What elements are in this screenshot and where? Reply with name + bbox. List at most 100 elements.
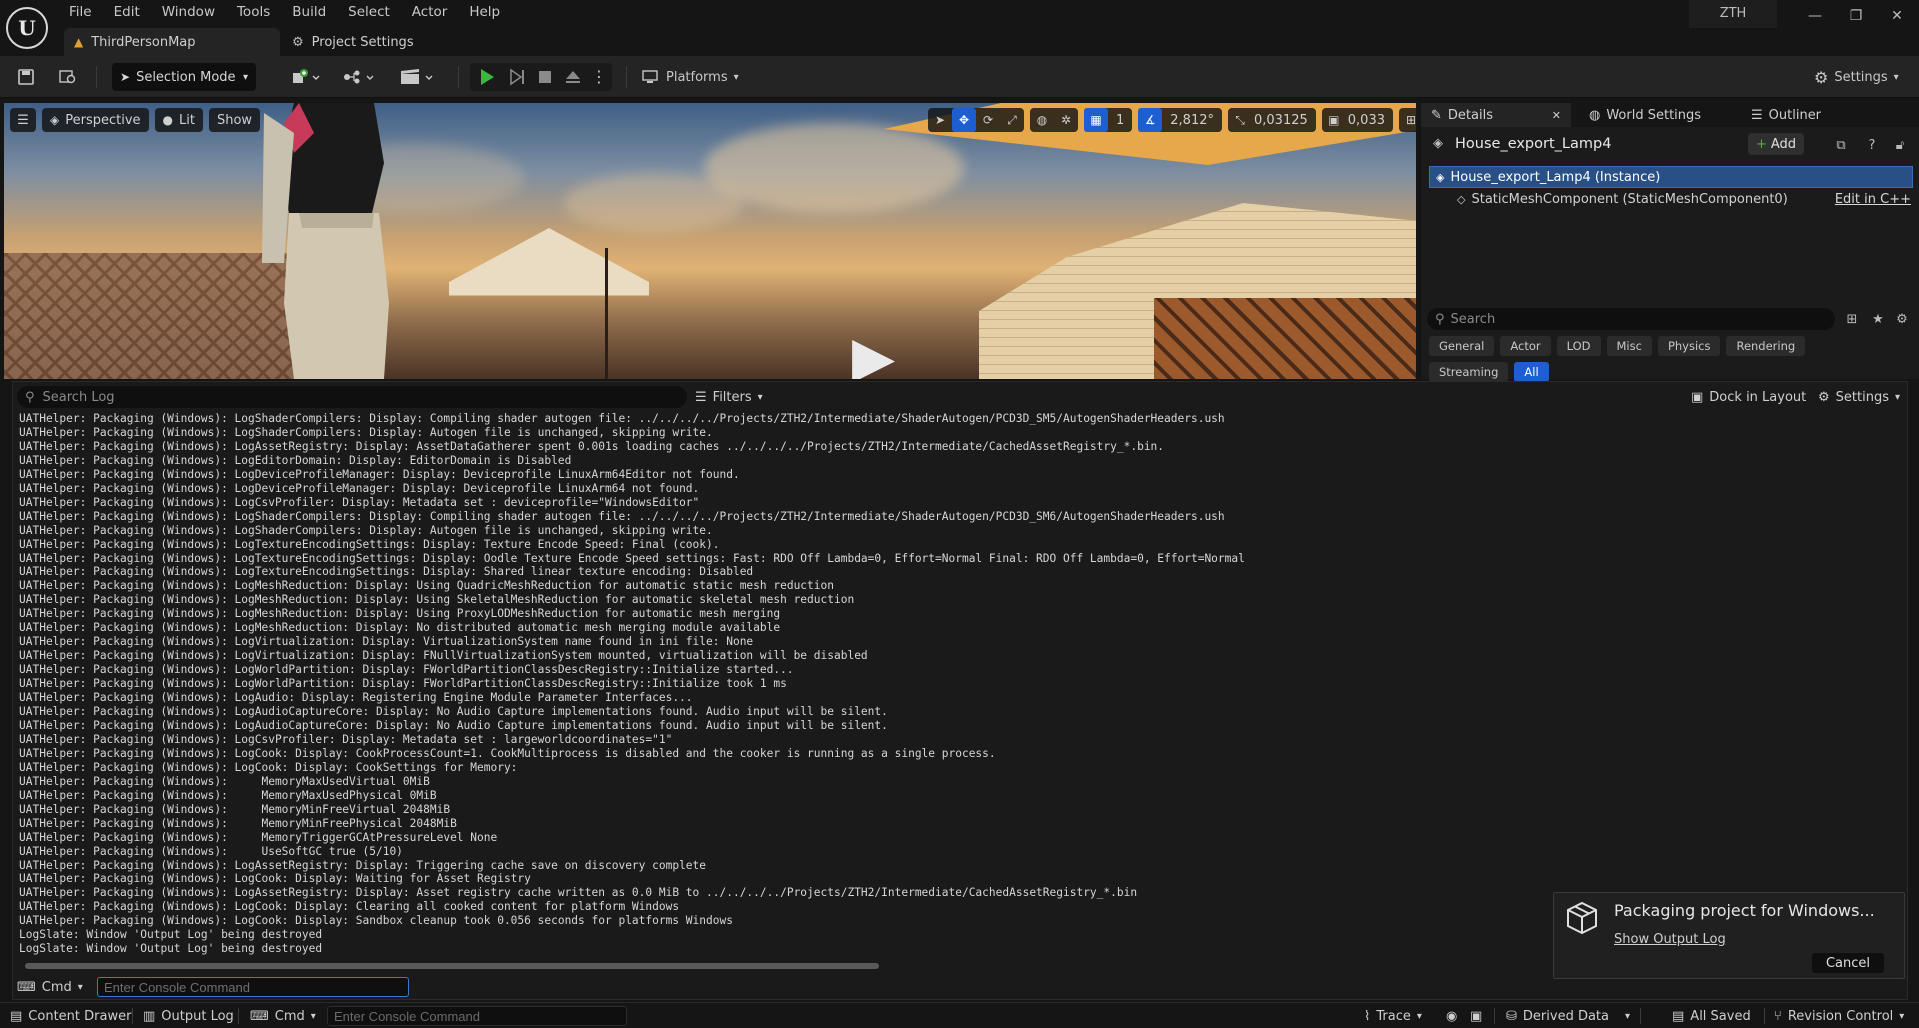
menu-file[interactable]: File [58, 0, 103, 24]
filter-general[interactable]: General [1429, 336, 1495, 356]
world-space-icon[interactable]: ◍ [1030, 108, 1054, 132]
screenshot-icon[interactable]: ▣ [1470, 1007, 1482, 1025]
component-tree: ◈ House_export_Lamp4 (Instance) ◇ Static… [1429, 166, 1913, 210]
camera-speed-value[interactable]: 0,033 [1346, 113, 1393, 128]
filter-misc[interactable]: Misc [1606, 336, 1652, 356]
play-icon[interactable] [474, 64, 500, 90]
settings-gear-icon[interactable]: ⚙ [1891, 308, 1913, 330]
content-drawer-button[interactable]: ▤ Content Drawer [10, 1007, 131, 1025]
filter-lod[interactable]: LOD [1556, 336, 1601, 356]
minimize-icon[interactable]: — [1793, 0, 1837, 32]
menu-tools[interactable]: Tools [226, 0, 281, 24]
blueprint-convert-icon[interactable]: ⧉ [1830, 134, 1852, 156]
actor-name[interactable]: House_export_Lamp4 [1455, 136, 1611, 152]
star-icon[interactable]: ★ [1867, 308, 1889, 330]
transform-tools: ➤ ✥ ⟳ ⤢ [928, 108, 1024, 132]
chevron-down-icon: ▾ [757, 391, 763, 403]
output-log-button[interactable]: ▥ Output Log [143, 1007, 234, 1025]
stop-icon[interactable] [532, 64, 558, 90]
blueprint-icon[interactable] [340, 64, 380, 90]
rotate-icon[interactable]: ⟳ [976, 108, 1000, 132]
camera-icon[interactable]: ▣ [1322, 108, 1346, 132]
menu-help[interactable]: Help [458, 0, 511, 24]
revision-control-dropdown[interactable]: ⑂ Revision Control ▾ [1774, 1007, 1904, 1025]
restore-icon[interactable]: ❐ [1834, 0, 1878, 32]
menu-select[interactable]: Select [337, 0, 401, 24]
table-view-icon[interactable]: ⊞ [1841, 308, 1863, 330]
select-cursor-icon[interactable]: ➤ [928, 108, 952, 132]
filter-actor[interactable]: Actor [1500, 336, 1551, 356]
eject-icon[interactable] [560, 64, 586, 90]
menu-actor[interactable]: Actor [401, 0, 459, 24]
cmd-dropdown[interactable]: ⌨ Cmd ▾ [250, 1007, 316, 1025]
filter-all[interactable]: All [1514, 362, 1549, 382]
viewport-layout-icon[interactable]: ⊞ [1399, 108, 1416, 132]
browse-icon[interactable] [56, 64, 80, 90]
scale-icon[interactable]: ⤢ [1000, 108, 1024, 132]
horizontal-scrollbar[interactable] [25, 963, 879, 969]
menu-window[interactable]: Window [151, 0, 226, 24]
add-content-icon[interactable] [286, 64, 326, 90]
lock-icon[interactable]: 🔓︎ [1889, 134, 1911, 156]
menu-edit[interactable]: Edit [103, 0, 151, 24]
perspective-dropdown[interactable]: ◈ Perspective [42, 108, 149, 132]
grid-snap-icon[interactable]: ▦ [1084, 108, 1108, 132]
log-search-field[interactable]: ⚲ Search Log [17, 386, 687, 408]
unreal-logo-icon[interactable]: U [6, 7, 48, 49]
record-icon[interactable]: ◉ [1446, 1007, 1457, 1025]
statusbar-console-input[interactable] [327, 1006, 627, 1026]
derived-data-dropdown[interactable]: ⛁ Derived Data ▾ [1506, 1007, 1630, 1025]
lit-dropdown[interactable]: ● Lit [154, 108, 203, 132]
filter-rendering[interactable]: Rendering [1726, 336, 1806, 356]
grid-snap-group: ▦ 1 [1084, 108, 1133, 132]
tab-world-settings[interactable]: ◍ World Settings [1579, 103, 1711, 127]
settings-dropdown[interactable]: ⚙ Settings ▾ [1814, 64, 1899, 90]
component-row-instance[interactable]: ◈ House_export_Lamp4 (Instance) [1429, 166, 1913, 188]
move-icon[interactable]: ✥ [952, 108, 976, 132]
log-text-area[interactable]: UATHelper: Packaging (Windows): LogShade… [19, 412, 1899, 960]
filter-physics[interactable]: Physics [1657, 336, 1721, 356]
close-icon[interactable]: ✕ [1875, 0, 1919, 32]
level-viewport[interactable]: ▶ ☰ ◈ Perspective ● Lit Show ➤ ✥ ⟳ ⤢ ◍ ✲… [4, 103, 1416, 379]
help-icon[interactable]: ? [1861, 134, 1883, 156]
scale-snap-icon[interactable]: ⤡ [1228, 108, 1252, 132]
hamburger-menu-icon[interactable]: ☰ [10, 108, 36, 132]
tab-project-settings[interactable]: ⚙ Project Settings [282, 28, 428, 56]
cmd-dropdown[interactable]: ⌨ Cmd ▾ [17, 977, 83, 997]
console-command-input[interactable] [97, 977, 409, 997]
component-row-staticmesh[interactable]: ◇ StaticMeshComponent (StaticMeshCompone… [1429, 188, 1913, 210]
cinematics-icon[interactable] [398, 64, 438, 90]
trace-dropdown[interactable]: ⌇ Trace ▾ [1364, 1007, 1422, 1025]
save-icon[interactable] [14, 64, 38, 90]
show-label: Show [216, 112, 253, 128]
tab-outliner[interactable]: ☰ Outliner [1741, 103, 1831, 127]
all-saved-button[interactable]: ▤ All Saved [1672, 1007, 1751, 1025]
surface-snap-icon[interactable]: ✲ [1054, 108, 1078, 132]
log-filters-dropdown[interactable]: ☰ Filters ▾ [695, 386, 763, 408]
details-search-field[interactable]: ⚲ Search [1427, 308, 1835, 330]
tab-details[interactable]: ✎ Details ✕ [1421, 103, 1571, 127]
menu-build[interactable]: Build [281, 0, 337, 24]
log-line: UATHelper: Packaging (Windows): LogDevic… [19, 467, 740, 481]
angle-snap-icon[interactable]: ∡ [1138, 108, 1163, 132]
more-options-icon[interactable]: ⋮ [588, 64, 610, 90]
scale-snap-value[interactable]: 0,03125 [1252, 113, 1316, 128]
tab-thirdpersonmap[interactable]: ▲ ThirdPersonMap [64, 28, 280, 56]
add-component-button[interactable]: + Add [1748, 133, 1804, 155]
cancel-button[interactable]: Cancel [1812, 953, 1884, 973]
dock-in-layout-button[interactable]: ▣ Dock in Layout [1691, 386, 1806, 408]
selection-mode-dropdown[interactable]: ➤ Selection Mode ▾ [112, 63, 256, 91]
close-icon[interactable]: ✕ [1552, 109, 1561, 122]
grid-snap-value[interactable]: 1 [1108, 113, 1132, 128]
viewport-right-controls: ➤ ✥ ⟳ ⤢ ◍ ✲ ▦ 1 ∡ 2,812° ⤡ 0,03125 ▣ 0,0… [928, 108, 1416, 132]
filter-streaming[interactable]: Streaming [1429, 362, 1509, 382]
show-output-log-link[interactable]: Show Output Log [1614, 932, 1726, 947]
log-line: UATHelper: Packaging (Windows): LogCook:… [19, 760, 518, 774]
actor-icon: ◈ [1433, 136, 1443, 151]
edit-in-cpp-link[interactable]: Edit in C++ [1835, 192, 1911, 207]
show-dropdown[interactable]: Show [208, 108, 261, 132]
platforms-dropdown[interactable]: Platforms ▾ [642, 64, 739, 90]
step-icon[interactable] [504, 64, 530, 90]
log-settings-dropdown[interactable]: ⚙ Settings ▾ [1818, 386, 1900, 408]
rotation-snap-value[interactable]: 2,812° [1162, 113, 1222, 128]
